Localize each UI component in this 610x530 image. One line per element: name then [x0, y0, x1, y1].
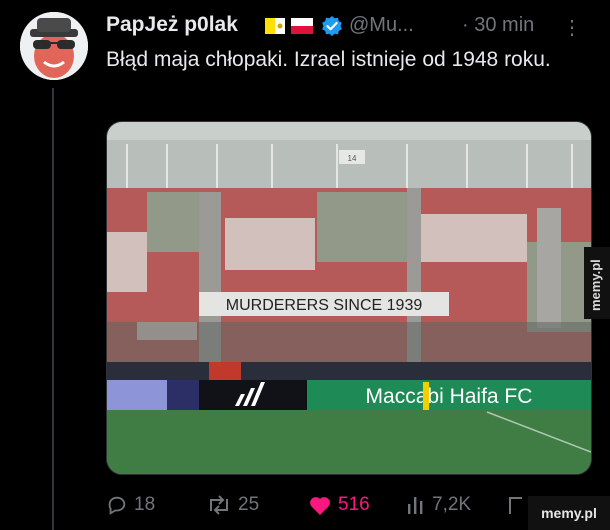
time-separator: ·	[462, 14, 469, 36]
time-value: 30 min	[474, 14, 535, 36]
retweet-icon	[210, 495, 228, 515]
ad-board-text: Maccabi Haifa FC	[366, 385, 533, 408]
flags	[265, 16, 315, 41]
poland-flag-icon	[291, 18, 313, 34]
banner-text: MURDERERS SINCE 1939	[226, 297, 423, 314]
share-icon	[509, 497, 522, 514]
more-icon[interactable]: ⋮	[562, 15, 583, 40]
verified-icon	[321, 15, 343, 42]
timestamp[interactable]: · 30 min	[462, 14, 534, 37]
side-watermark-text: memy.pl	[588, 259, 603, 311]
views-count: 7,2K	[432, 494, 472, 515]
reply-count: 18	[134, 494, 156, 515]
bottom-watermark: memy.pl	[528, 496, 610, 530]
avatar[interactable]	[20, 12, 88, 80]
views-icon	[408, 497, 423, 514]
thread-line	[52, 88, 54, 530]
retweet-count: 25	[238, 494, 260, 515]
like-button[interactable]: 516	[308, 490, 370, 520]
like-count: 516	[338, 494, 370, 515]
views-button[interactable]: 7,2K	[406, 490, 471, 520]
handle[interactable]: @Mu...	[349, 14, 414, 37]
tweet-header: PapJeż p0lak @Mu... · 30 min ⋮	[106, 13, 594, 41]
reply-icon	[108, 496, 126, 515]
like-icon	[310, 497, 330, 515]
retweet-button[interactable]: 25	[206, 490, 259, 520]
reply-button[interactable]: 18	[106, 490, 155, 520]
tweet-text: Błąd maja chłopaki. Izrael istnieje od 1…	[106, 48, 551, 71]
display-name[interactable]: PapJeż p0lak	[106, 13, 238, 37]
vatican-flag-icon	[265, 18, 285, 34]
section-number: 14	[348, 154, 357, 163]
tweet-media[interactable]: 14 MURDERERS SINCE 1939 Maccabi Haifa FC	[106, 121, 592, 475]
side-watermark: memy.pl	[584, 247, 610, 319]
